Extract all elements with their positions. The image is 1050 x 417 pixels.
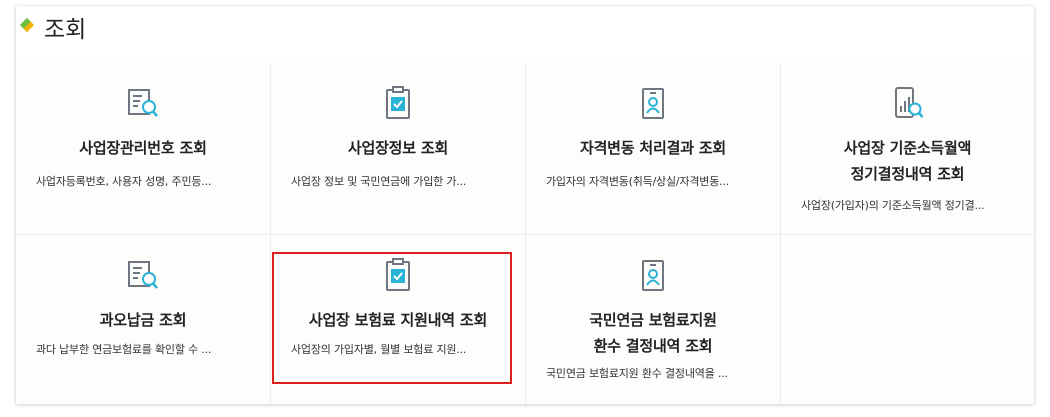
card-support-refund-decision[interactable]: 국민연금 보험료지원 환수 결정내역 조회 국민연금 보험료지원 환수 결정내역… [526,235,781,404]
card-description: 사업장의 가입자별, 월별 보험료 지원... [291,343,467,356]
empty-grid-cell [781,235,1034,404]
card-title: 과오납금 조회 [99,311,187,329]
card-premium-support-inquiry[interactable]: 사업장 보험료 지원내역 조회 사업장의 가입자별, 월별 보험료 지원... [271,235,526,404]
card-description: 가입자의 자격변동(취득/상실/자격변동... [546,175,730,188]
document-search-icon [128,261,158,289]
card-title: 사업장 기준소득월액 정기결정내역 조회 [843,139,972,183]
card-standard-income-inquiry[interactable]: 사업장 기준소득월액 정기결정내역 조회 사업장(가입자)의 기준소득월액 정기… [781,63,1034,235]
card-overpayment-inquiry[interactable]: 과오납금 조회 과다 납부한 연금보험료를 확인할 수 ... [16,235,271,404]
card-business-info-inquiry[interactable]: 사업장정보 조회 사업장 정보 및 국민연금에 가입한 가... [271,63,526,235]
panel-header: 조회 [16,6,1034,64]
card-description: 사업장 정보 및 국민연금에 가입한 가... [291,175,467,188]
card-business-number-inquiry[interactable]: 사업장관리번호 조회 사업자등록번호, 사용자 성명, 주민등... [16,63,271,235]
card-title: 사업장정보 조회 [347,139,449,157]
page-title: 조회 [44,17,87,43]
inquiry-card-grid: 사업장관리번호 조회 사업자등록번호, 사용자 성명, 주민등... 사업장정보… [16,63,1034,404]
id-card-person-icon [642,88,664,119]
document-search-icon [128,89,158,117]
card-title: 자격변동 처리결과 조회 [579,139,727,157]
card-description: 사업장(가입자)의 기준소득월액 정기결... [801,199,985,212]
card-title: 사업장관리번호 조회 [79,139,207,157]
clipboard-check-icon [386,258,410,291]
card-description: 과다 납부한 연금보험료를 확인할 수 ... [36,343,212,356]
card-title: 국민연금 보험료지원 환수 결정내역 조회 [589,311,717,355]
inquiry-panel: 조회 사업장관리번호 조회 사업자등록번호, 사용자 성명, 주민등... 사업… [16,6,1034,404]
id-card-person-icon [642,260,664,291]
mobile-chart-search-icon [894,87,923,118]
diamond-bullet-icon [19,17,35,33]
clipboard-check-icon [386,86,410,119]
card-description: 사업자등록번호, 사용자 성명, 주민등... [36,175,212,188]
card-description: 국민연금 보험료지원 환수 결정내역을 ... [546,367,728,380]
card-title: 사업장 보험료 지원내역 조회 [308,311,488,329]
card-qualification-change-result[interactable]: 자격변동 처리결과 조회 가입자의 자격변동(취득/상실/자격변동... [526,63,781,235]
